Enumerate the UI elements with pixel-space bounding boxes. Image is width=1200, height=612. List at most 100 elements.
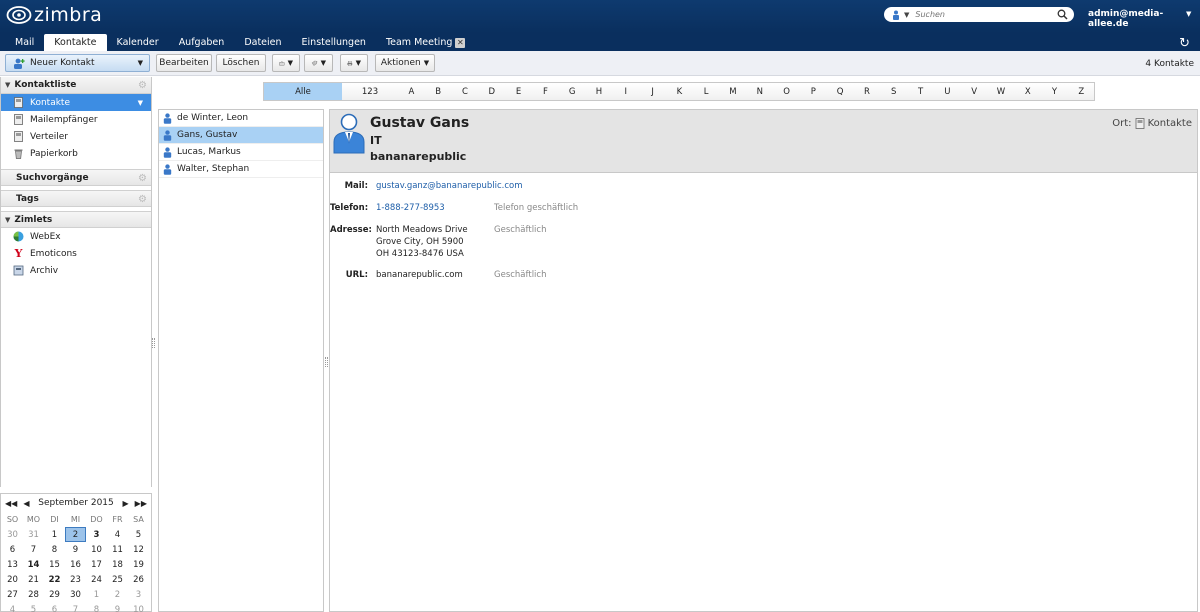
calendar-day[interactable]: 16 bbox=[65, 557, 86, 572]
calendar-day[interactable]: 7 bbox=[23, 542, 44, 557]
calendar-day[interactable]: 28 bbox=[23, 587, 44, 602]
calendar-day[interactable]: 15 bbox=[44, 557, 65, 572]
calendar-month-title[interactable]: September 2015 bbox=[38, 498, 114, 508]
move-button[interactable]: ▼ bbox=[272, 54, 300, 72]
alpha-filter-letter[interactable]: E bbox=[505, 83, 532, 100]
calendar-day[interactable]: 9 bbox=[107, 602, 128, 612]
tab-calendar[interactable]: Kalender bbox=[107, 34, 169, 51]
calendar-day[interactable]: 20 bbox=[2, 572, 23, 587]
sidebar-item-mail-recipients[interactable]: Mailempfänger bbox=[1, 111, 151, 128]
calendar-day[interactable]: 8 bbox=[44, 542, 65, 557]
contact-list-item[interactable]: de Winter, Leon bbox=[159, 110, 323, 127]
alpha-filter-letter[interactable]: T bbox=[907, 83, 934, 100]
alpha-filter-letter[interactable]: Y bbox=[1041, 83, 1068, 100]
calendar-day[interactable]: 27 bbox=[2, 587, 23, 602]
search-scope-chevron-down-icon[interactable]: ▼ bbox=[904, 11, 909, 19]
alpha-filter-letter[interactable]: N bbox=[746, 83, 773, 100]
section-searches[interactable]: Suchvorgänge ⚙ bbox=[1, 169, 151, 186]
calendar-day[interactable]: 10 bbox=[86, 542, 107, 557]
alpha-filter-letter[interactable]: J bbox=[639, 83, 666, 100]
search-icon[interactable] bbox=[1057, 9, 1068, 20]
tab-files[interactable]: Dateien bbox=[234, 34, 291, 51]
user-menu-chevron-down-icon[interactable]: ▼ bbox=[1186, 10, 1191, 18]
next-month-icon[interactable]: ▶ bbox=[123, 499, 129, 508]
alpha-filter-letter[interactable]: C bbox=[452, 83, 479, 100]
tab-team-meeting[interactable]: Team Meeting ✕ bbox=[376, 34, 475, 51]
calendar-day[interactable]: 11 bbox=[107, 542, 128, 557]
previous-year-icon[interactable]: ◀◀ bbox=[5, 499, 17, 508]
contact-list-item[interactable]: Lucas, Markus bbox=[159, 144, 323, 161]
alpha-filter-letter[interactable]: L bbox=[693, 83, 720, 100]
alpha-filter-letter[interactable]: P bbox=[800, 83, 827, 100]
refresh-icon[interactable]: ↻ bbox=[1179, 36, 1190, 51]
zimlet-archive[interactable]: Archiv bbox=[1, 262, 151, 279]
collapse-triangle-icon[interactable]: ▼ bbox=[5, 216, 10, 224]
new-contact-chevron-down-icon[interactable]: ▼ bbox=[138, 59, 143, 67]
mail-link[interactable]: gustav.ganz@bananarepublic.com bbox=[376, 180, 523, 192]
sidebar-resize-handle[interactable] bbox=[152, 338, 155, 348]
calendar-day[interactable]: 8 bbox=[86, 602, 107, 612]
contact-list-item[interactable]: Walter, Stephan bbox=[159, 161, 323, 178]
calendar-day[interactable]: 2 bbox=[65, 527, 86, 542]
sidebar-item-distribution-lists[interactable]: Verteiler bbox=[1, 128, 151, 145]
actions-button[interactable]: Aktionen ▼ bbox=[375, 54, 435, 72]
calendar-day[interactable]: 5 bbox=[23, 602, 44, 612]
calendar-day[interactable]: 6 bbox=[2, 542, 23, 557]
calendar-day[interactable]: 3 bbox=[86, 527, 107, 542]
calendar-day[interactable]: 2 bbox=[107, 587, 128, 602]
alpha-filter-letter[interactable]: Q bbox=[827, 83, 854, 100]
new-contact-button[interactable]: Neuer Kontakt ▼ bbox=[5, 54, 150, 72]
calendar-day[interactable]: 10 bbox=[128, 602, 149, 612]
folder-menu-chevron-down-icon[interactable]: ▼ bbox=[138, 99, 143, 107]
calendar-day[interactable]: 24 bbox=[86, 572, 107, 587]
collapse-triangle-icon[interactable]: ▼ bbox=[5, 81, 10, 89]
alpha-filter-letter[interactable]: Z bbox=[1068, 83, 1095, 100]
calendar-day[interactable]: 19 bbox=[128, 557, 149, 572]
search-box[interactable]: ▼ bbox=[884, 7, 1074, 22]
search-input[interactable] bbox=[915, 10, 1046, 19]
calendar-day[interactable]: 30 bbox=[2, 527, 23, 542]
tab-settings[interactable]: Einstellungen bbox=[292, 34, 376, 51]
calendar-day[interactable]: 4 bbox=[107, 527, 128, 542]
calendar-day[interactable]: 26 bbox=[128, 572, 149, 587]
alpha-filter-all[interactable]: Alle bbox=[264, 83, 342, 100]
contact-list-item[interactable]: Gans, Gustav bbox=[159, 127, 323, 144]
section-contact-list[interactable]: ▼ Kontaktliste ⚙ bbox=[1, 77, 151, 94]
alpha-filter-letter[interactable]: W bbox=[988, 83, 1015, 100]
user-account-menu[interactable]: admin@media-allee.de bbox=[1088, 9, 1200, 29]
alpha-filter-letter[interactable]: V bbox=[961, 83, 988, 100]
tag-button[interactable]: ▼ bbox=[304, 54, 333, 72]
alpha-filter-numbers[interactable]: 123 bbox=[342, 83, 398, 100]
calendar-day[interactable]: 1 bbox=[86, 587, 107, 602]
calendar-day[interactable]: 5 bbox=[128, 527, 149, 542]
alpha-filter-letter[interactable]: M bbox=[720, 83, 747, 100]
calendar-day[interactable]: 3 bbox=[128, 587, 149, 602]
alpha-filter-letter[interactable]: D bbox=[478, 83, 505, 100]
alpha-filter-letter[interactable]: F bbox=[532, 83, 559, 100]
calendar-day[interactable]: 12 bbox=[128, 542, 149, 557]
calendar-day[interactable]: 17 bbox=[86, 557, 107, 572]
alpha-filter-letter[interactable]: H bbox=[586, 83, 613, 100]
tab-tasks[interactable]: Aufgaben bbox=[169, 34, 235, 51]
close-tab-icon[interactable]: ✕ bbox=[455, 37, 466, 48]
previous-month-icon[interactable]: ◀ bbox=[23, 499, 29, 508]
edit-button[interactable]: Bearbeiten bbox=[156, 54, 212, 72]
alpha-filter-letter[interactable]: U bbox=[934, 83, 961, 100]
calendar-day[interactable]: 1 bbox=[44, 527, 65, 542]
alpha-filter-letter[interactable]: A bbox=[398, 83, 425, 100]
url-value[interactable]: bananarepublic.com bbox=[376, 269, 463, 281]
zimlet-emoticons[interactable]: Y Emoticons bbox=[1, 245, 151, 262]
alpha-filter-letter[interactable]: X bbox=[1014, 83, 1041, 100]
calendar-day[interactable]: 25 bbox=[107, 572, 128, 587]
list-resize-handle[interactable] bbox=[325, 357, 328, 367]
zimbra-logo[interactable]: zimbra bbox=[6, 4, 102, 26]
tab-contacts[interactable]: Kontakte bbox=[44, 34, 107, 51]
alpha-filter-letter[interactable]: I bbox=[612, 83, 639, 100]
gear-icon[interactable]: ⚙ bbox=[138, 173, 147, 184]
calendar-day[interactable]: 14 bbox=[23, 557, 44, 572]
contact-search-icon[interactable] bbox=[892, 10, 900, 20]
section-tags[interactable]: Tags ⚙ bbox=[1, 190, 151, 207]
delete-button[interactable]: Löschen bbox=[216, 54, 266, 72]
phone-link[interactable]: 1-888-277-8953 bbox=[376, 202, 445, 214]
calendar-day[interactable]: 7 bbox=[65, 602, 86, 612]
